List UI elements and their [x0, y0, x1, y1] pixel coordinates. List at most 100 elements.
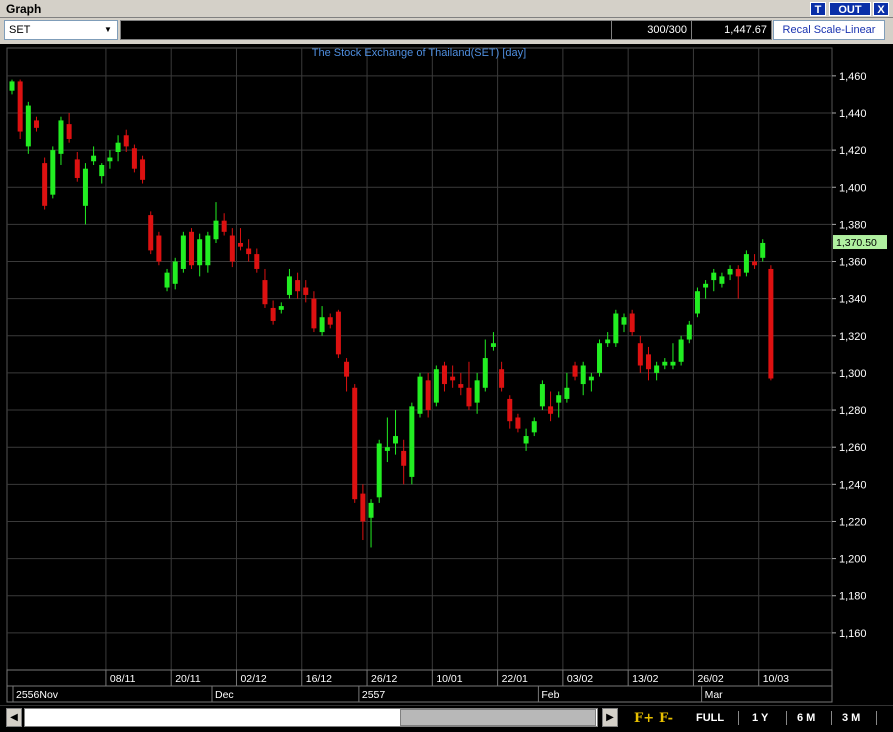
candle-body [719, 276, 725, 284]
candle-body [344, 361, 350, 377]
candle-body [490, 343, 496, 347]
candle-body [417, 376, 423, 414]
chart-toolbar: SET ▼ 300/300 1,447.67 Recal Scale-Linea… [0, 18, 893, 44]
y-tick-label: 1,440 [839, 108, 867, 120]
scroll-thumb[interactable] [400, 709, 596, 726]
candle-body [531, 421, 537, 433]
y-tick-label: 1,420 [839, 145, 867, 157]
candle-body [156, 235, 162, 262]
window-title: Graph [6, 2, 42, 16]
period-label: Feb [541, 689, 559, 701]
candle-body [74, 159, 80, 178]
period-label: 2557 [362, 689, 386, 701]
plot-frame [6, 47, 833, 671]
candle-body [254, 254, 260, 269]
range-1y-button[interactable]: 1 Y [752, 712, 768, 724]
candle-body [246, 248, 252, 255]
range-full-button[interactable]: FULL [696, 712, 724, 724]
candle-body [17, 81, 23, 132]
record-count: 300/300 [611, 21, 691, 39]
y-tick-label: 1,460 [839, 71, 867, 83]
out-button[interactable]: OUT [829, 2, 871, 16]
candle-body [597, 343, 603, 373]
candle-body [654, 365, 660, 373]
candle-body [376, 443, 382, 498]
x-tick-label: 10/03 [763, 673, 789, 685]
candle-body [474, 380, 480, 403]
info-bar: 300/300 1,447.67 [120, 20, 772, 40]
candle-body [213, 220, 219, 240]
range-3m-button[interactable]: 3 M [842, 712, 860, 724]
y-tick-label: 1,380 [839, 219, 867, 231]
y-tick-label: 1,280 [839, 405, 867, 417]
candle-body [458, 384, 464, 388]
recal-scale-button[interactable]: Recal Scale-Linear [773, 20, 885, 40]
candle-body [662, 361, 668, 366]
candle-body [637, 343, 643, 366]
x-tick-label: 26/12 [371, 673, 397, 685]
chart-svg: 1,160 1,180 1,200 1,220 1,240 1,260 1,280 1,300… [6, 47, 887, 703]
candle-body [25, 105, 31, 147]
y-tick-label: 1,340 [839, 294, 867, 306]
candle-body [384, 447, 390, 451]
candle-body [295, 280, 301, 292]
chevron-down-icon[interactable]: ▼ [101, 23, 115, 37]
candle-body [711, 272, 717, 281]
candle-body [621, 317, 627, 325]
x-tick-label: 22/01 [502, 673, 528, 685]
close-button[interactable]: X [873, 2, 889, 16]
symbol-select[interactable]: SET ▼ [4, 20, 118, 40]
candle-body [262, 280, 268, 305]
candle-body [131, 148, 137, 169]
symbol-value: SET [9, 24, 31, 36]
bottom-bar: ◀ ▶ F+ F- FULL 1 Y 6 M 3 M [0, 705, 893, 732]
x-tick-label: 16/12 [306, 673, 332, 685]
x-tick-label: 13/02 [632, 673, 658, 685]
candle-body [58, 120, 64, 154]
candle-body [221, 220, 227, 232]
range-6m-button[interactable]: 6 M [797, 712, 815, 724]
candle-body [82, 168, 88, 206]
candle-body [123, 135, 129, 147]
toggle-t-button[interactable]: T [810, 2, 826, 16]
candle-body [499, 369, 505, 388]
candle-body [686, 324, 692, 340]
candle-body [768, 268, 774, 379]
zoom-in-button[interactable]: F+ [634, 711, 654, 726]
candle-body [752, 261, 758, 266]
y-tick-label: 1,180 [839, 591, 867, 603]
zoom-out-button[interactable]: F- [659, 711, 673, 726]
candle-body [352, 387, 358, 500]
candle-body [588, 376, 594, 381]
y-tick-label: 1,220 [839, 516, 867, 528]
scroll-right-button[interactable]: ▶ [602, 708, 618, 727]
window-titlebar: Graph T OUT X [0, 0, 893, 18]
candle-body [172, 261, 178, 284]
candle-body [140, 159, 146, 180]
x-tick-label: 20/11 [175, 673, 201, 685]
candle-body [335, 311, 341, 355]
candlestick-chart[interactable]: 1,160 1,180 1,200 1,220 1,240 1,260 1,280 1,300… [5, 44, 888, 704]
candle-body [678, 339, 684, 362]
scroll-left-button[interactable]: ◀ [6, 708, 22, 727]
last-price: 1,447.67 [691, 21, 771, 39]
candle-body [605, 339, 611, 344]
candle-body [360, 493, 366, 522]
candle-body [523, 436, 529, 444]
candle-body [482, 358, 488, 388]
divider [876, 711, 877, 725]
chart-title: The Stock Exchange of Thailand(SET) [day… [312, 47, 526, 59]
period-label: Mar [705, 689, 724, 701]
divider [786, 711, 787, 725]
candle-body [743, 254, 749, 273]
x-tick-label: 08/11 [110, 673, 136, 685]
candle-body [229, 235, 235, 262]
candle-body [303, 287, 309, 295]
y-tick-label: 1,160 [839, 628, 867, 640]
y-tick-label: 1,300 [839, 368, 867, 380]
x-tick-label: 02/12 [240, 673, 266, 685]
candle-body [556, 395, 562, 403]
y-tick-label: 1,240 [839, 479, 867, 491]
candle-body [368, 502, 374, 518]
candle-body [425, 380, 431, 411]
